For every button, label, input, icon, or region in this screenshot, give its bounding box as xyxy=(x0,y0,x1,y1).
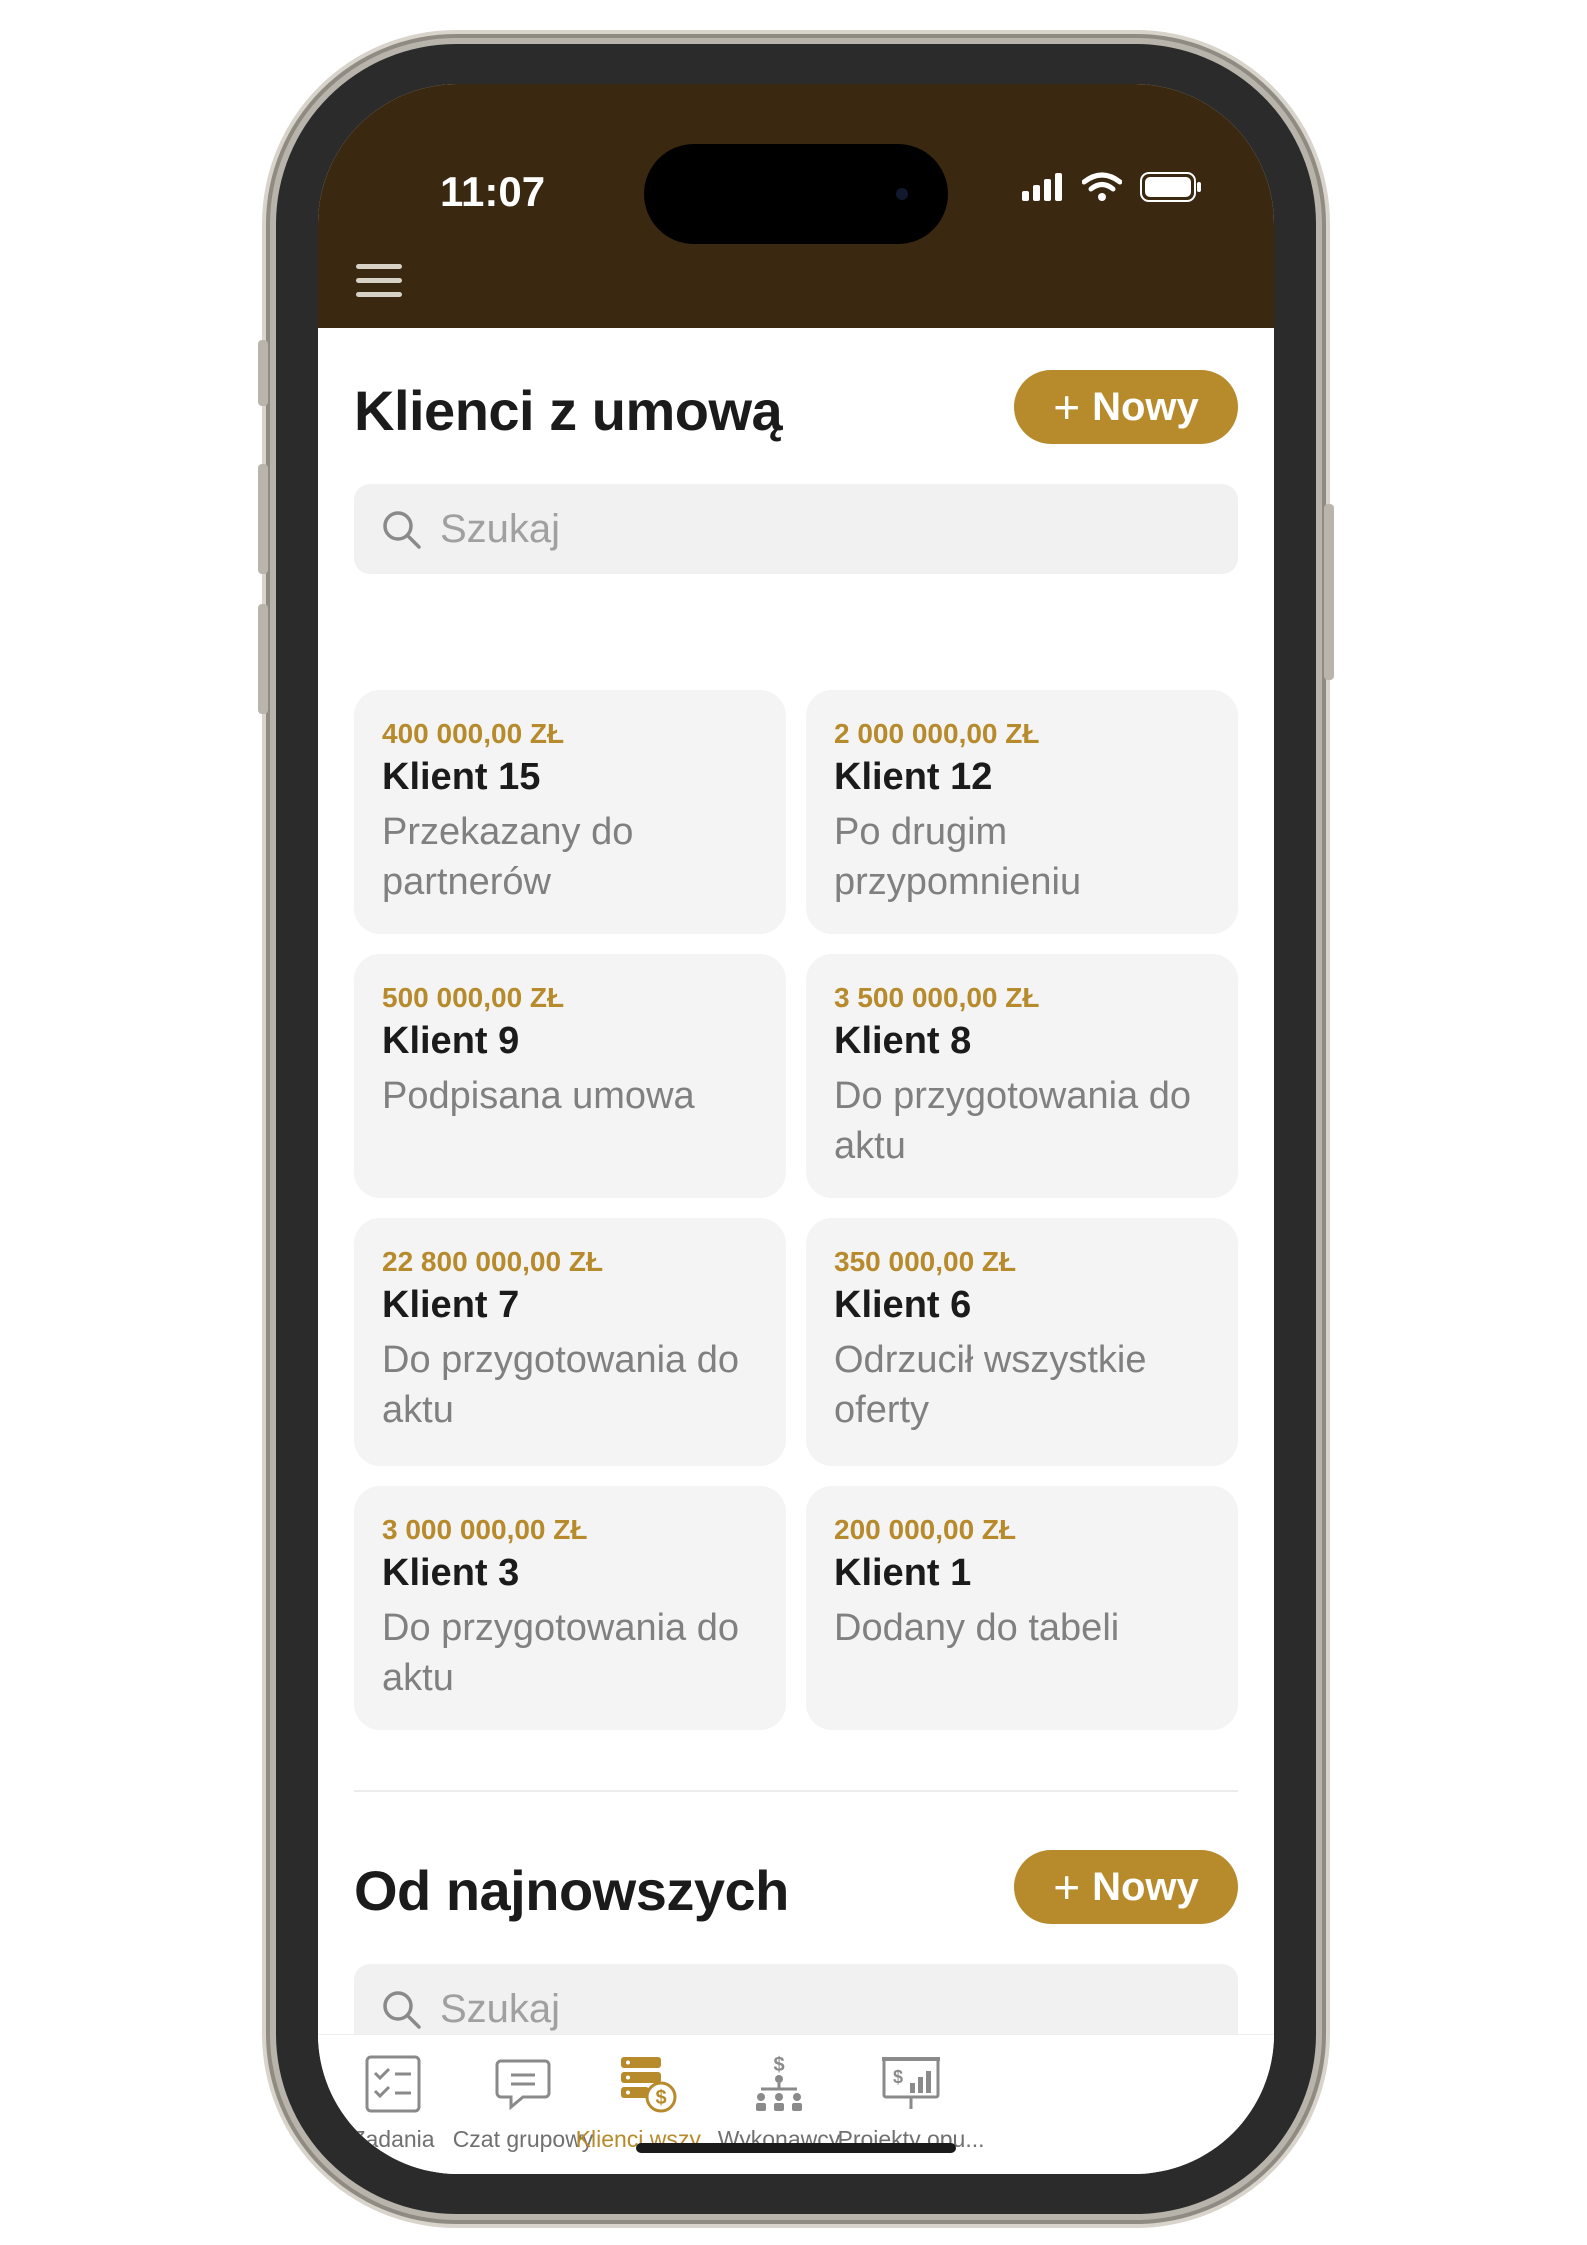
client-amount: 2 000 000,00 ZŁ xyxy=(834,718,1040,749)
search-input[interactable] xyxy=(438,1985,1202,2033)
projects-icon: $ xyxy=(882,2057,940,2109)
client-name: Klient 15 xyxy=(382,756,541,798)
client-card[interactable]: 400 000,00 ZŁ Klient 15 Przekazany do pa… xyxy=(354,690,786,934)
chat-icon xyxy=(495,2059,551,2111)
client-card[interactable]: 22 800 000,00 ZŁ Klient 7 Do przygotowan… xyxy=(354,1218,786,1466)
client-name: Klient 6 xyxy=(834,1284,972,1326)
plus-icon: + xyxy=(1053,1861,1081,1913)
client-status: Do przygotowania do aktu xyxy=(382,1339,739,1431)
status-icons xyxy=(1022,172,1202,202)
action-button xyxy=(258,340,268,406)
new-button-label: Nowy xyxy=(1092,1864,1199,1909)
camera-icon xyxy=(896,188,908,200)
tasks-icon xyxy=(365,2055,421,2113)
client-status: Do przygotowania do aktu xyxy=(834,1075,1191,1167)
client-card[interactable]: 2 000 000,00 ZŁ Klient 12 Po drugim przy… xyxy=(806,690,1238,934)
app-screen: 11:07 Klienci z umową + Nowy Szukaj 400 … xyxy=(318,84,1274,2174)
volume-up-button xyxy=(258,464,268,574)
client-amount: 500 000,00 ZŁ xyxy=(382,982,565,1013)
client-status: Odrzucił wszystkie oferty xyxy=(834,1339,1147,1431)
new-button-label: Nowy xyxy=(1092,384,1199,429)
main-content: Klienci z umową + Nowy 400 000,00 ZŁ Kli… xyxy=(318,328,1274,2054)
client-name: Klient 1 xyxy=(834,1552,972,1594)
contractors-icon: $ xyxy=(756,2054,802,2111)
client-name: Klient 8 xyxy=(834,1020,972,1062)
client-amount: 200 000,00 ZŁ xyxy=(834,1514,1017,1545)
battery-icon xyxy=(1140,172,1201,202)
client-card-grid: 400 000,00 ZŁ Klient 15 Przekazany do pa… xyxy=(354,690,1238,1730)
client-status: Dodany do tabeli xyxy=(834,1607,1120,1649)
wifi-icon xyxy=(1082,172,1122,201)
phone-frame: 11:07 Klienci z umową + Nowy Szukaj 400 … xyxy=(258,44,1334,2214)
svg-text:$: $ xyxy=(893,2067,903,2087)
client-card[interactable]: 3 000 000,00 ZŁ Klient 3 Do przygotowani… xyxy=(354,1486,786,1730)
client-status: Podpisana umowa xyxy=(382,1075,695,1117)
section-divider xyxy=(354,1790,1238,1792)
client-amount: 22 800 000,00 ZŁ xyxy=(382,1246,604,1277)
dynamic-island xyxy=(644,144,948,244)
client-card[interactable]: 3 500 000,00 ZŁ Klient 8 Do przygotowani… xyxy=(806,954,1238,1198)
power-button xyxy=(1324,504,1334,680)
client-amount: 3 000 000,00 ZŁ xyxy=(382,1514,588,1545)
search-bar xyxy=(354,484,1238,574)
new-client-button[interactable]: + Nowy xyxy=(1014,370,1238,444)
client-amount: 3 500 000,00 ZŁ xyxy=(834,982,1040,1013)
home-indicator xyxy=(636,2143,956,2153)
client-amount: 400 000,00 ZŁ xyxy=(382,718,565,749)
svg-text:$: $ xyxy=(655,2087,666,2109)
search-input[interactable] xyxy=(438,505,1202,553)
client-status: Przekazany do partnerów xyxy=(382,811,634,903)
client-status: Do przygotowania do aktu xyxy=(382,1607,739,1699)
client-status: Po drugim przypomnieniu xyxy=(834,811,1082,903)
client-card[interactable]: 200 000,00 ZŁ Klient 1 Dodany do tabeli xyxy=(806,1486,1238,1730)
status-time: 11:07 xyxy=(440,168,546,215)
client-name: Klient 3 xyxy=(382,1552,520,1594)
header-bar: 11:07 xyxy=(318,84,1274,328)
search-icon xyxy=(383,1991,421,2029)
new-item-button[interactable]: + Nowy xyxy=(1014,1850,1238,1924)
volume-down-button xyxy=(258,604,268,714)
menu-button[interactable] xyxy=(356,264,402,304)
search-icon xyxy=(383,511,421,549)
plus-icon: + xyxy=(1053,381,1081,433)
svg-text:$: $ xyxy=(773,2054,784,2076)
section-title-contracts: Klienci z umową xyxy=(354,379,783,442)
client-name: Klient 9 xyxy=(382,1020,520,1062)
tab-projekty[interactable]: $ Projekty opu... xyxy=(816,2053,1006,2153)
client-card[interactable]: 350 000,00 ZŁ Klient 6 Odrzucił wszystki… xyxy=(806,1218,1238,1466)
signal-icon xyxy=(1022,173,1062,201)
client-amount: 350 000,00 ZŁ xyxy=(834,1246,1017,1277)
bottom-tab-bar: Zadania Czat grupowy $ Klienci wszy... $… xyxy=(318,2034,1274,2174)
client-name: Klient 12 xyxy=(834,756,993,798)
client-name: Klient 7 xyxy=(382,1284,520,1326)
client-card[interactable]: 500 000,00 ZŁ Klient 9 Podpisana umowa xyxy=(354,954,786,1198)
clients-money-icon: $ xyxy=(621,2057,677,2113)
section-title-newest: Od najnowszych xyxy=(354,1859,789,1922)
